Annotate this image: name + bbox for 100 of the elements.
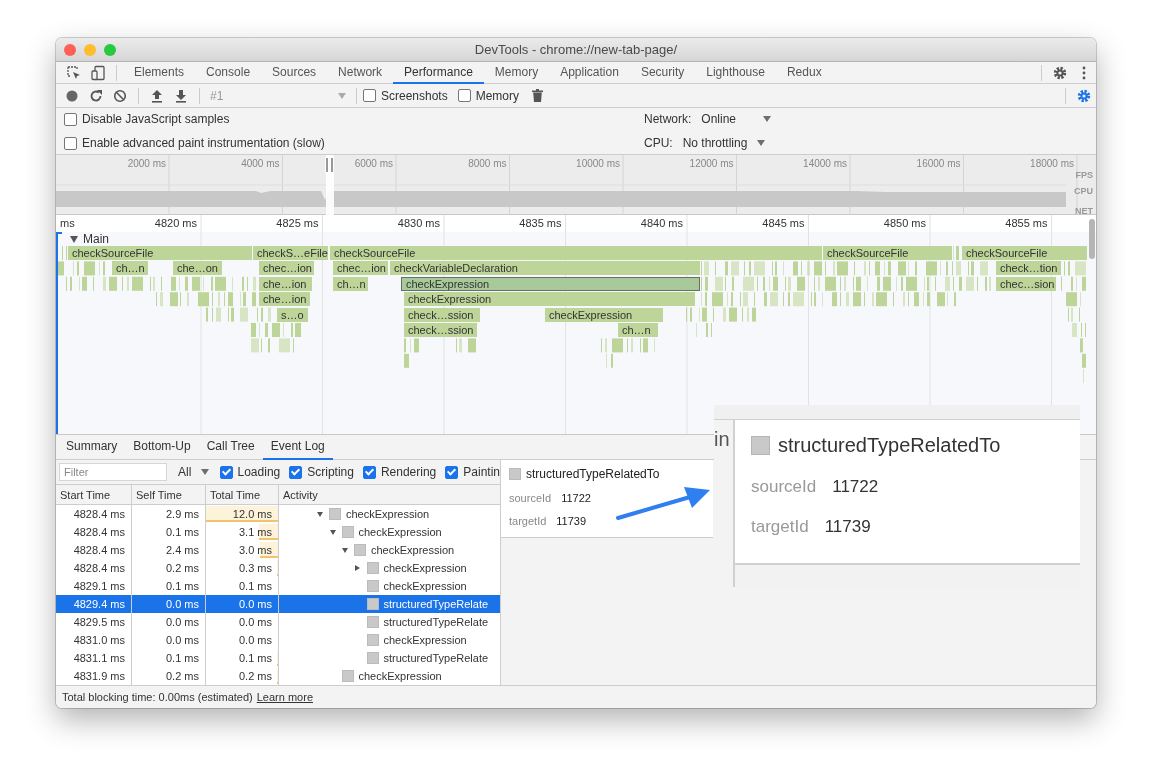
table-cell: 0.1 ms xyxy=(166,526,199,538)
details-tab[interactable]: Call Tree xyxy=(198,434,263,460)
event-color-icon xyxy=(354,544,366,556)
checkbox-label: Screenshots xyxy=(381,88,448,103)
panel-tab[interactable]: Application xyxy=(549,61,630,84)
panel-tab[interactable]: Sources xyxy=(261,61,328,84)
flame-bar[interactable]: checkVariableDeclaration xyxy=(390,261,700,276)
event-row[interactable]: 4831.1 ms 0.1 ms 0.1 ms structuredTypeRelate xyxy=(56,649,500,667)
flame-bar[interactable]: che…ion xyxy=(259,276,312,291)
track-label: NET xyxy=(1075,206,1093,216)
flame-bar[interactable]: che…on xyxy=(173,261,222,276)
panel-tab[interactable]: Elements xyxy=(123,61,196,84)
flame-bar[interactable]: checkSourceFile xyxy=(823,246,952,260)
time-tick-label: 4835 ms xyxy=(519,217,563,229)
flame-bar[interactable]: checkSourceFile xyxy=(68,246,252,260)
capture-settings-icon[interactable] xyxy=(1077,88,1091,103)
activity-name: structuredTypeRelate xyxy=(383,652,489,664)
table-cell: 0.2 ms xyxy=(166,562,199,574)
level-select[interactable]: All xyxy=(176,462,211,482)
flame-bar[interactable]: check…tion xyxy=(996,261,1061,276)
details-tab[interactable]: Summary xyxy=(58,434,126,460)
event-row[interactable]: 4829.4 ms 0.0 ms 0.0 ms structuredTypeRelate xyxy=(56,595,500,613)
close-button[interactable] xyxy=(64,44,76,56)
activity-name: checkExpression xyxy=(383,580,467,592)
column-header[interactable]: Total Time xyxy=(206,485,279,504)
field-value: 11722 xyxy=(832,477,879,497)
column-header[interactable]: Self Time xyxy=(132,485,206,504)
expand-triangle-icon[interactable] xyxy=(354,565,360,571)
checkbox[interactable] xyxy=(362,465,376,479)
time-tick-label: 4000 ms xyxy=(241,158,281,169)
expand-triangle-icon[interactable] xyxy=(342,547,348,553)
learn-more-link[interactable]: Learn more xyxy=(256,691,313,703)
activity-name: structuredTypeRelate xyxy=(383,598,489,610)
flame-bar[interactable]: check…ssion xyxy=(404,323,477,337)
event-row[interactable]: 4828.4 ms 2.9 ms 12.0 ms checkExpression xyxy=(56,505,500,523)
time-tick-label: 14000 ms xyxy=(803,158,848,169)
table-cell: 0.0 ms xyxy=(166,616,199,628)
expand-triangle-icon[interactable] xyxy=(329,529,336,535)
scrollbar-thumb[interactable] xyxy=(1089,219,1095,259)
checkbox[interactable] xyxy=(289,465,303,479)
activity-name: checkExpression xyxy=(371,544,455,556)
flame-bar[interactable]: checkExpression xyxy=(404,292,695,307)
event-row[interactable]: 4828.4 ms 0.2 ms 0.3 ms checkExpression xyxy=(56,559,500,577)
checkbox[interactable] xyxy=(64,112,77,126)
checkbox-label: Rendering xyxy=(380,465,437,479)
checkbox-label: Memory xyxy=(475,88,520,103)
flame-bar[interactable]: chec…ion xyxy=(333,261,388,276)
flame-bar[interactable]: ch…n xyxy=(618,323,658,337)
event-row[interactable]: 4831.0 ms 0.0 ms 0.0 ms checkExpression xyxy=(56,631,500,649)
field-name: targetId xyxy=(751,517,809,537)
flame-bar[interactable]: chec…ion xyxy=(259,261,314,276)
panel-tab[interactable]: Redux xyxy=(775,61,833,84)
expand-triangle-icon[interactable] xyxy=(317,511,323,517)
panel-tab[interactable]: Lighthouse xyxy=(695,61,776,84)
filter-field[interactable]: Filter xyxy=(59,463,167,481)
throttling-select[interactable]: No throttling xyxy=(682,136,765,150)
checkbox[interactable] xyxy=(363,89,376,102)
event-row[interactable]: 4828.4 ms 2.4 ms 3.0 ms checkExpression xyxy=(56,541,500,559)
panel-tab[interactable]: Console xyxy=(195,61,262,84)
activity-name: checkExpression xyxy=(358,670,442,682)
settings-icon[interactable] xyxy=(1053,65,1067,80)
throttling-select[interactable]: Online xyxy=(701,112,772,126)
panel-tab[interactable]: Memory xyxy=(483,61,550,84)
table-cell: 4829.4 ms xyxy=(73,598,125,610)
flame-bar[interactable]: checkSourceFile xyxy=(962,246,1087,260)
activity-name: checkExpression xyxy=(358,526,442,538)
event-row[interactable]: 4828.4 ms 0.1 ms 3.1 ms checkExpression xyxy=(56,523,500,541)
time-tick-label: 8000 ms xyxy=(468,158,508,169)
column-header[interactable]: Activity xyxy=(279,485,500,504)
event-color-icon xyxy=(366,652,379,664)
event-title: structuredTypeRelatedTo xyxy=(778,434,1001,457)
checkbox[interactable] xyxy=(457,89,471,102)
flame-bar[interactable]: ch…n xyxy=(333,276,368,291)
checkbox[interactable] xyxy=(64,136,77,150)
status-text: Total blocking time: 0.00ms (estimated) xyxy=(62,691,253,703)
range-handle[interactable] xyxy=(325,157,335,173)
panel-tab[interactable]: Network xyxy=(327,61,394,84)
event-color-icon xyxy=(366,562,379,574)
panel-tab[interactable]: Security xyxy=(629,61,696,84)
table-cell: 0.3 ms xyxy=(239,562,272,574)
event-row[interactable]: 4829.5 ms 0.0 ms 0.0 ms structuredTypeRelate xyxy=(56,613,500,631)
event-color-icon xyxy=(509,468,521,480)
flame-bar[interactable]: chec…sion xyxy=(996,276,1056,291)
table-cell: 0.0 ms xyxy=(166,598,199,610)
flame-bar[interactable]: checkS…eFile xyxy=(253,246,328,260)
checkbox[interactable] xyxy=(445,465,459,479)
column-header[interactable]: Start Time xyxy=(56,485,132,504)
details-tab[interactable]: Bottom-Up xyxy=(125,434,199,460)
flame-bar[interactable]: checkExpression xyxy=(401,276,700,291)
flame-bar[interactable]: checkExpression xyxy=(545,307,663,322)
dropdown-label: CPU: xyxy=(644,136,673,150)
time-tick-label: 4820 ms xyxy=(154,217,198,229)
flame-bar[interactable]: che…ion xyxy=(259,292,310,307)
table-cell: 0.0 ms xyxy=(239,598,272,610)
flame-bar[interactable]: check…ssion xyxy=(404,307,480,322)
flame-bar[interactable]: ch…n xyxy=(112,261,148,276)
flame-bar[interactable]: s…o xyxy=(277,307,308,322)
flame-bar[interactable]: checkSourceFile xyxy=(330,246,822,260)
checkbox[interactable] xyxy=(219,465,233,479)
table-cell: 4829.5 ms xyxy=(73,616,125,628)
